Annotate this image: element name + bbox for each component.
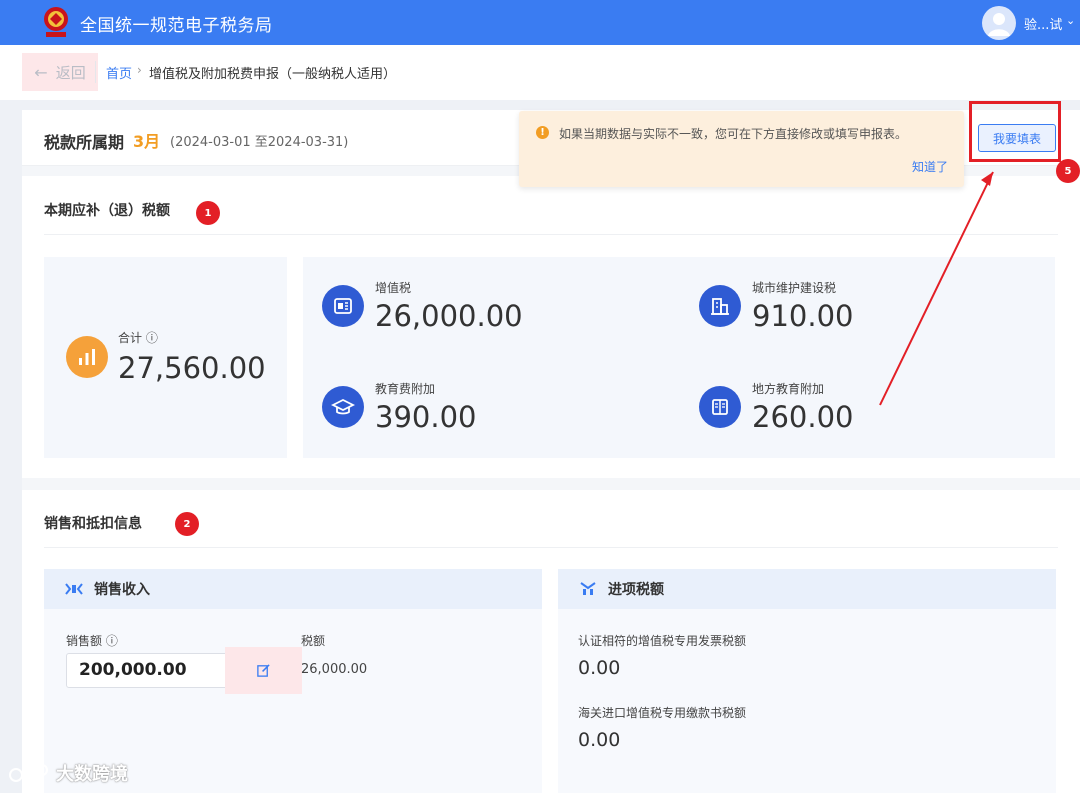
- tax-breakdown-card: 增值税 26,000.00 城市维护建设税 910.00 教育费附加 390.0…: [303, 257, 1055, 458]
- input-tax-title: 进项税额: [608, 582, 664, 598]
- book-icon: [699, 386, 741, 428]
- edit-icon: [257, 664, 270, 677]
- tax-emblem-icon: [44, 7, 68, 37]
- breadcrumb-home-link[interactable]: 首页: [106, 63, 132, 82]
- app-title: 全国统一规范电子税务局: [80, 16, 273, 36]
- chevron-right-icon: ›: [137, 63, 142, 77]
- annotation-badge-1: 1: [196, 201, 220, 225]
- input-tax-card: 进项税额 认证相符的增值税专用发票税额 0.00 海关进口增值税专用缴款书税额 …: [558, 569, 1056, 793]
- customs-tax-label: 海关进口增值税专用缴款书税额: [578, 706, 747, 720]
- edit-sales-button[interactable]: [225, 647, 302, 694]
- invoice-tax-label: 认证相符的增值税专用发票税额: [578, 634, 747, 648]
- sales-tax-label: 税额: [301, 634, 326, 648]
- total-value: 27,560.00: [118, 351, 266, 385]
- vat-value: 26,000.00: [375, 299, 523, 333]
- user-avatar-icon[interactable]: [982, 6, 1016, 40]
- sales-amount-value: 200,000.00: [79, 660, 187, 680]
- total-label: 合计 ⓘ: [118, 331, 158, 345]
- vat-label: 增值税: [375, 281, 412, 295]
- education-surcharge-label: 教育费附加: [375, 382, 436, 396]
- declaration-panel: 税款所属期 3月 (2024-03-01 至2024-03-31) 本期应补（退…: [22, 110, 1080, 793]
- breadcrumb-current: 增值税及附加税费申报（一般纳税人适用）: [149, 67, 397, 82]
- graduation-cap-icon: [322, 386, 364, 428]
- period-month: 3月: [133, 132, 161, 151]
- annotation-highlight-box: [969, 101, 1061, 162]
- top-header-bar: 全国统一规范电子税务局 验...试 ⌄: [0, 0, 1080, 45]
- sales-icon: [65, 583, 83, 595]
- section-title-payable-tax: 本期应补（退）税额: [44, 203, 170, 219]
- tax-doc-icon: [322, 285, 364, 327]
- divider: [22, 478, 1080, 490]
- back-button-label: 返回: [55, 63, 86, 82]
- customs-tax-value: 0.00: [578, 729, 621, 751]
- section-title-sales-deduction: 销售和抵扣信息: [44, 516, 142, 532]
- arrow-left-icon: ←: [34, 62, 48, 82]
- education-surcharge-value: 390.00: [375, 400, 477, 434]
- sales-income-title: 销售收入: [94, 582, 150, 598]
- annotation-badge-2: 2: [175, 512, 199, 536]
- alert-message: 如果当期数据与实际不一致，您可在下方直接修改或填写申报表。: [559, 127, 908, 141]
- breadcrumb-divider: [95, 61, 96, 83]
- local-education-value: 260.00: [752, 400, 854, 434]
- sales-tax-value: 26,000.00: [301, 662, 368, 677]
- building-icon: [699, 285, 741, 327]
- sales-income-header: 销售收入: [44, 569, 542, 609]
- divider: [44, 234, 1058, 235]
- input-tax-header: 进项税额: [558, 569, 1056, 609]
- input-tax-icon: [580, 582, 596, 595]
- period-label: 税款所属期: [44, 133, 125, 152]
- chevron-down-icon[interactable]: ⌄: [1066, 14, 1075, 27]
- watermark-logo-icon: [9, 764, 48, 782]
- total-tax-card: 合计 ⓘ 27,560.00: [44, 257, 287, 458]
- watermark: 大数跨境: [8, 760, 128, 786]
- annotation-badge-5: 5: [1056, 159, 1080, 183]
- back-button[interactable]: ← 返回: [22, 53, 98, 91]
- user-name[interactable]: 验...试: [1024, 14, 1062, 33]
- city-tax-label: 城市维护建设税: [752, 281, 837, 295]
- breadcrumb: ← 返回 首页 › 增值税及附加税费申报（一般纳税人适用）: [0, 45, 1080, 100]
- period-range: (2024-03-01 至2024-03-31): [170, 135, 349, 150]
- bar-chart-icon: [66, 336, 108, 378]
- warning-icon: !: [536, 126, 549, 139]
- watermark-text: 大数跨境: [56, 764, 128, 785]
- divider: [44, 547, 1058, 548]
- sales-amount-label: 销售额 ⓘ: [66, 634, 118, 648]
- city-tax-value: 910.00: [752, 299, 854, 333]
- alert-dismiss-link[interactable]: 知道了: [912, 158, 948, 175]
- info-alert: ! 如果当期数据与实际不一致，您可在下方直接修改或填写申报表。 知道了: [519, 111, 964, 187]
- invoice-tax-value: 0.00: [578, 657, 621, 679]
- local-education-label: 地方教育附加: [752, 382, 825, 396]
